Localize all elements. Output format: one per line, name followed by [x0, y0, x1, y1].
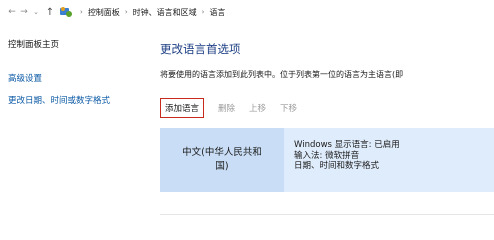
address-bar: ← → ⌄ ↑ › 控制面板 › 时钟、语言和区域 › 语言 — [0, 0, 494, 24]
breadcrumb-separator: › — [124, 8, 128, 16]
breadcrumb-item-clock-language-region[interactable]: 时钟、语言和区域 — [133, 7, 197, 18]
sidebar-item-advanced-settings[interactable]: 高级设置 — [8, 72, 158, 84]
language-toolbar: 添加语言 删除 上移 下移 — [160, 98, 494, 118]
chevron-down-icon[interactable]: ⌄ — [30, 3, 42, 21]
language-detail-display: Windows 显示语言: 已启用 — [294, 140, 400, 150]
language-name: 中文(中华人民共和国) — [160, 128, 284, 192]
control-panel-icon — [59, 5, 73, 19]
language-details: Windows 显示语言: 已启用 输入法: 微软拼音 日期、时间和数字格式 — [284, 128, 400, 192]
language-name-label: 中文(中华人民共和国) — [182, 147, 262, 172]
move-up-button[interactable]: 上移 — [249, 102, 266, 114]
sidebar-item-change-date-time-format[interactable]: 更改日期、时间或数字格式 — [8, 94, 158, 106]
move-down-button[interactable]: 下移 — [280, 102, 297, 114]
breadcrumb-separator: › — [201, 8, 205, 16]
language-list-item[interactable]: 中文(中华人民共和国) Windows 显示语言: 已启用 输入法: 微软拼音 … — [160, 128, 494, 192]
remove-button[interactable]: 删除 — [218, 102, 235, 114]
breadcrumb-separator: › — [80, 8, 83, 16]
language-detail-input-method: 输入法: 微软拼音 — [294, 150, 360, 161]
language-detail-format: 日期、时间和数字格式 — [294, 161, 380, 172]
up-arrow-icon[interactable]: ↑ — [44, 3, 56, 21]
breadcrumb-item-control-panel[interactable]: 控制面板 — [88, 7, 120, 18]
forward-arrow-icon[interactable]: → — [18, 3, 30, 21]
main-panel: 更改语言首选项 将要使用的语言添加到此列表中。位于列表第一位的语言为主语言(即 … — [160, 38, 494, 215]
breadcrumb-item-language[interactable]: 语言 — [209, 7, 225, 18]
sidebar-item-control-panel-home[interactable]: 控制面板主页 — [8, 38, 158, 50]
page-description: 将要使用的语言添加到此列表中。位于列表第一位的语言为主语言(即 — [160, 70, 404, 79]
page-title: 更改语言首选项 — [160, 42, 241, 56]
add-language-button[interactable]: 添加语言 — [160, 98, 205, 118]
back-arrow-icon[interactable]: ← — [6, 3, 18, 21]
list-divider — [160, 214, 494, 215]
sidebar: 控制面板主页 高级设置 更改日期、时间或数字格式 — [8, 38, 158, 116]
